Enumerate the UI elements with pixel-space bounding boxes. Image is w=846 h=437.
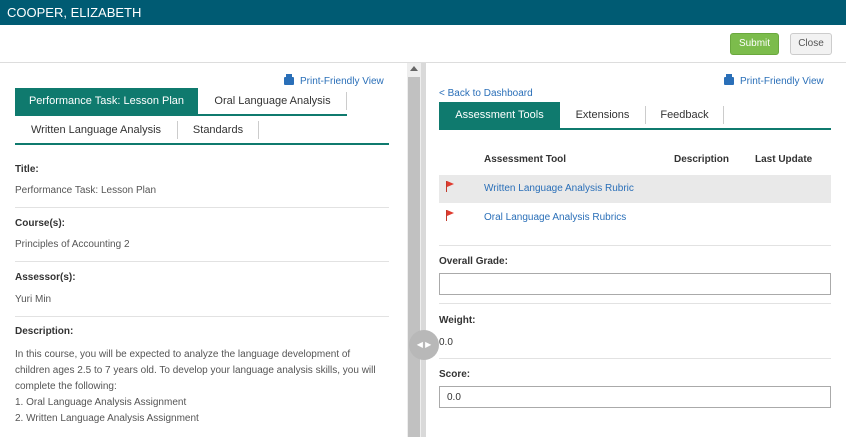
score-input[interactable] xyxy=(439,386,831,408)
tab-written-language-analysis[interactable]: Written Language Analysis xyxy=(15,117,177,143)
tab-underline xyxy=(439,128,831,130)
tab-underline xyxy=(15,114,347,116)
tab-feedback[interactable]: Feedback xyxy=(646,102,723,128)
tab-underline xyxy=(15,143,389,145)
submit-button[interactable]: Submit xyxy=(730,33,779,55)
printer-icon xyxy=(724,74,734,85)
tool-link[interactable]: Written Language Analysis Rubric xyxy=(484,183,634,194)
flag-icon xyxy=(446,210,455,221)
column-header-last-update: Last Update xyxy=(755,154,813,165)
back-to-dashboard-link[interactable]: < Back to Dashboard xyxy=(439,88,533,99)
description-body: In this course, you will be expected to … xyxy=(15,347,385,427)
flag-icon xyxy=(446,181,455,192)
left-print-friendly-link[interactable]: Print-Friendly View xyxy=(284,74,384,87)
assessors-value: Yuri Min xyxy=(15,294,52,305)
splitter-handle[interactable]: ◀ ▶ xyxy=(409,330,439,360)
tab-oral-language-analysis[interactable]: Oral Language Analysis xyxy=(198,88,347,114)
tab-standards[interactable]: Standards xyxy=(178,117,258,143)
courses-label: Course(s): xyxy=(15,218,66,229)
column-header-description: Description xyxy=(674,154,730,165)
description-text: In this course, you will be expected to … xyxy=(15,349,376,392)
scrollbar-thumb[interactable] xyxy=(408,77,420,437)
weight-value: 0.0 xyxy=(439,337,453,348)
tab-extensions[interactable]: Extensions xyxy=(560,102,645,128)
overall-grade-label: Overall Grade: xyxy=(439,256,508,267)
table-row[interactable]: Oral Language Analysis Rubrics xyxy=(439,204,831,232)
left-pane: Print-Friendly View Performance Task: Le… xyxy=(0,63,407,437)
user-name: COOPER, ELIZABETH xyxy=(7,5,142,20)
score-label: Score: xyxy=(439,369,471,380)
tab-performance-task[interactable]: Performance Task: Lesson Plan xyxy=(15,88,198,114)
right-pane: Print-Friendly View < Back to Dashboard … xyxy=(426,63,846,437)
action-bar: Submit Close xyxy=(0,25,846,63)
scroll-up-arrow-icon[interactable] xyxy=(410,66,418,71)
divider xyxy=(439,358,831,359)
left-right-arrows-icon: ◀ ▶ xyxy=(416,340,432,349)
top-header-bar: COOPER, ELIZABETH xyxy=(0,0,846,25)
right-print-friendly-link[interactable]: Print-Friendly View xyxy=(724,74,824,87)
divider xyxy=(15,207,389,208)
tab-separator xyxy=(258,121,259,139)
table-row[interactable]: Written Language Analysis Rubric xyxy=(439,175,831,203)
divider xyxy=(439,245,831,246)
tab-separator xyxy=(723,106,724,124)
assessors-label: Assessor(s): xyxy=(15,272,76,283)
description-item: 2. Written Language Analysis Assignment xyxy=(15,413,199,424)
title-label: Title: xyxy=(15,164,39,175)
divider xyxy=(15,316,389,317)
description-label: Description: xyxy=(15,326,74,337)
printer-icon xyxy=(284,74,294,85)
divider xyxy=(439,303,831,304)
tab-assessment-tools[interactable]: Assessment Tools xyxy=(439,102,560,128)
tool-link[interactable]: Oral Language Analysis Rubrics xyxy=(484,212,626,223)
close-button[interactable]: Close xyxy=(790,33,832,55)
tab-separator xyxy=(346,92,347,110)
title-value: Performance Task: Lesson Plan xyxy=(15,185,157,196)
weight-label: Weight: xyxy=(439,315,476,326)
column-header-assessment-tool: Assessment Tool xyxy=(484,154,567,165)
description-item: 1. Oral Language Analysis Assignment xyxy=(15,397,187,408)
overall-grade-input[interactable] xyxy=(439,273,831,295)
left-scrollbar[interactable] xyxy=(407,63,421,437)
courses-value: Principles of Accounting 2 xyxy=(15,239,130,250)
divider xyxy=(15,261,389,262)
